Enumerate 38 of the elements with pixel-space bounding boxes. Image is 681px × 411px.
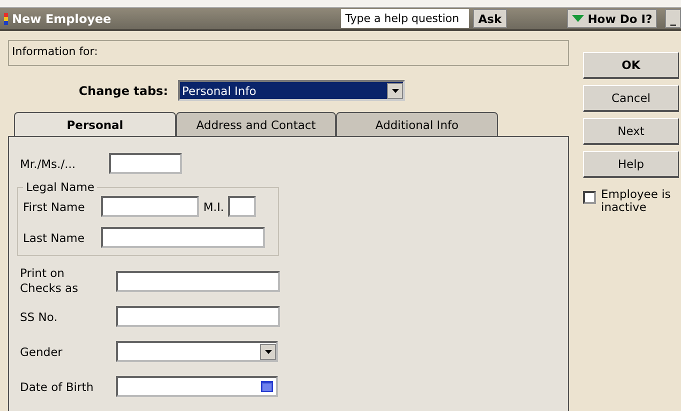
- field-label: Last Name: [23, 230, 86, 244]
- tab[interactable]: Personal: [14, 112, 176, 137]
- tab[interactable]: Address and Contact: [176, 112, 336, 137]
- last-name-field[interactable]: [101, 227, 265, 248]
- date-of-birth-field[interactable]: [116, 376, 278, 397]
- checkbox-label: Employee is inactive: [601, 188, 671, 214]
- window-title: New Employee: [12, 12, 112, 26]
- change-tabs-dropdown[interactable]: Personal Info: [178, 80, 405, 101]
- middle-initial-field[interactable]: [228, 196, 256, 217]
- field-label: SS No.: [20, 310, 58, 324]
- field-label: Mr./Ms./...: [20, 156, 77, 170]
- gender-dropdown[interactable]: [116, 341, 278, 362]
- how-do-i-button[interactable]: How Do I?: [566, 9, 658, 28]
- caret-icon: [392, 88, 398, 92]
- help-search-field[interactable]: Type a help question: [341, 9, 470, 28]
- field-label: Print on Checks as: [20, 266, 80, 296]
- change-tabs-label: Change tabs:: [78, 84, 169, 98]
- group-title: Legal Name: [25, 180, 96, 194]
- field-label: Gender: [20, 344, 64, 358]
- field-label: M.I.: [202, 200, 225, 214]
- field-label: Date of Birth: [20, 380, 94, 394]
- ask-button[interactable]: Ask: [473, 9, 507, 28]
- calendar-icon[interactable]: [261, 381, 273, 392]
- dialog-button[interactable]: Cancel: [583, 85, 679, 112]
- dialog-button[interactable]: Next: [583, 118, 679, 145]
- first-name-field[interactable]: [101, 196, 199, 217]
- minimize-button[interactable]: _: [665, 9, 681, 28]
- caret-icon: [264, 350, 272, 354]
- tab[interactable]: Additional Info: [336, 112, 498, 137]
- info-for-label: Information for:: [12, 45, 98, 58]
- dialog-button[interactable]: Help: [583, 151, 679, 178]
- app-icon: [4, 12, 8, 24]
- field-label: First Name: [23, 200, 86, 214]
- triangle-icon: [572, 15, 584, 22]
- ss-number-field[interactable]: [116, 306, 280, 327]
- dialog-button[interactable]: OK: [583, 52, 679, 79]
- salutation-field[interactable]: [109, 153, 182, 174]
- print-on-checks-field[interactable]: [116, 270, 280, 292]
